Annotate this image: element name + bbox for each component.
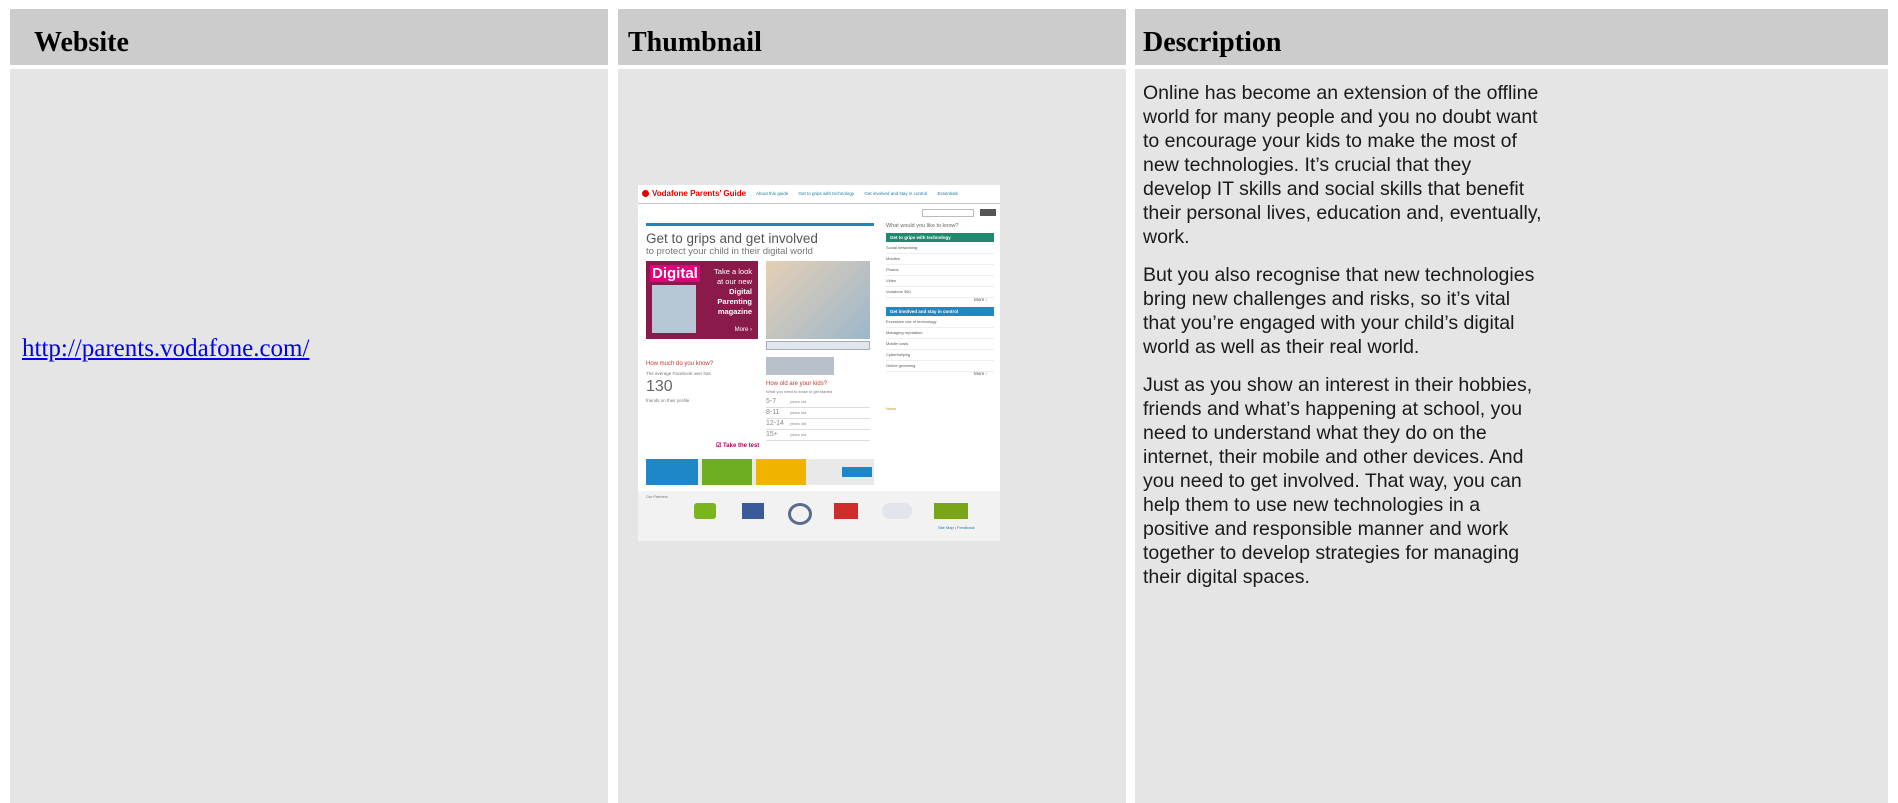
magazine-cover-image: [652, 285, 696, 333]
right-panel-header: What would you like to know?: [886, 223, 959, 229]
promo-banner: [646, 459, 874, 485]
news-label: News: [886, 406, 897, 411]
age-value: 5-7: [766, 398, 777, 405]
beatbullying-logo: [694, 503, 716, 519]
netsmart-logo: [934, 503, 968, 519]
age-list: 5-7 years old 8-11 years old 12-14 years ol…: [766, 397, 870, 441]
age-value: 8-11: [766, 409, 780, 416]
logo-text: Vodafone Parents’ Guide: [652, 189, 747, 198]
age-suffix: years old: [790, 432, 807, 437]
grips-bar: Get to grips with technology: [886, 233, 994, 242]
age-subtitle: What you need to know to get started: [766, 389, 833, 394]
family-photo: [766, 261, 870, 339]
control-bar: Get involved and stay in control: [886, 307, 994, 316]
take-test-link: ☑ Take the test: [716, 443, 760, 449]
grips-more: More ›: [974, 297, 988, 302]
age-suffix: years old: [790, 421, 807, 426]
crest-logo: [742, 503, 764, 519]
header-website: Website: [10, 9, 608, 65]
description-cell: Online has become an extension of the of…: [1135, 69, 1888, 803]
quiz-title: How much do you know?: [646, 361, 714, 367]
ceop-logo: [788, 503, 812, 525]
banner-tile-green: [702, 459, 752, 485]
childnet-logo: [882, 503, 912, 519]
list-item: Excessive use of technology: [886, 317, 994, 328]
nav-essentials: Essentials: [937, 191, 958, 196]
banner-tile-yellow: [756, 459, 806, 485]
list-item: Photos: [886, 265, 994, 276]
thumb-headline: Get to grips and get involved: [646, 231, 818, 246]
partner-logo: [834, 503, 858, 519]
thumb-navbar: Vodafone Parents’ Guide About this guide…: [638, 185, 1000, 204]
magazine-line: at our new: [716, 277, 752, 286]
description-paragraph: Just as you show an interest in their ho…: [1143, 374, 1533, 588]
list-item: Social networking: [886, 243, 994, 254]
website-cell: http://parents.vodafone.com/: [10, 69, 608, 803]
list-item: Mobiles: [886, 254, 994, 265]
description-text: Online has become an extension of the of…: [1143, 81, 1543, 603]
nav-involved: Get involved and stay in control: [864, 191, 928, 196]
banner-tile-small: [842, 467, 872, 477]
age-title: How old are your kids?: [766, 381, 828, 387]
partners-label: Our Partners: [646, 495, 668, 499]
thumb-accent-bar: [646, 223, 874, 226]
banner-tile-blue: [646, 459, 698, 485]
nav-about: About this guide: [756, 191, 789, 196]
magazine-line: magazine: [717, 307, 752, 316]
more-label: More: [974, 371, 985, 376]
magazine-line: Digital: [729, 287, 752, 296]
list-item: Mobile costs: [886, 339, 994, 350]
list-item: Cyberbullying: [886, 350, 994, 361]
list-item: Video: [886, 276, 994, 287]
magazine-line: Parenting: [717, 297, 752, 306]
age-suffix: years old: [790, 410, 807, 415]
thumbnail-cell: Vodafone Parents’ Guide About this guide…: [618, 69, 1126, 803]
header-thumbnail: Thumbnail: [618, 9, 1126, 65]
thumb-search-button: [980, 209, 996, 216]
age-value: 15+: [766, 431, 778, 438]
age-suffix: years old: [790, 399, 807, 404]
thumb-nav-links: About this guide Get to grips with techn…: [756, 191, 967, 196]
magazine-line: Take a look: [714, 267, 752, 276]
age-row: 5-7 years old: [766, 397, 870, 408]
description-paragraph: Online has become an extension of the of…: [1143, 82, 1542, 248]
magazine-more: More ›: [734, 327, 752, 333]
video-player-bar: [766, 341, 870, 350]
website-link[interactable]: http://parents.vodafone.com/: [22, 335, 309, 363]
more-label: More: [974, 297, 985, 302]
quiz-number: 130: [646, 378, 673, 395]
thumb-search-field: [922, 209, 974, 217]
age-row: 8-11 years old: [766, 408, 870, 419]
quiz-friends: friends on their profile: [646, 398, 690, 403]
kids-photo-strip: [766, 357, 834, 375]
magazine-promo: Digital Take a look at our new Digital P…: [646, 261, 758, 339]
thumb-footer: Site Map | Feedback: [938, 525, 975, 530]
age-row: 15+ years old: [766, 430, 870, 441]
header-description: Description: [1135, 9, 1888, 65]
website-thumbnail: Vodafone Parents’ Guide About this guide…: [638, 185, 1000, 541]
vodafone-logo: Vodafone Parents’ Guide: [642, 189, 746, 198]
news-section: News: [886, 405, 994, 413]
take-test-label: Take the test: [723, 443, 760, 449]
more-label: More: [734, 327, 749, 333]
thumb-subheadline: to protect your child in their digital w…: [646, 246, 813, 257]
magazine-badge: Digital: [650, 265, 700, 282]
control-list: Excessive use of technology Managing rep…: [886, 317, 994, 372]
age-value: 12-14: [766, 420, 784, 427]
vodafone-logo-icon: [642, 190, 649, 197]
nav-grips: Get to grips with technology: [798, 191, 855, 196]
grips-list: Social networking Mobiles Photos Video V…: [886, 243, 994, 298]
age-row: 12-14 years old: [766, 419, 870, 430]
control-more: More ›: [974, 371, 988, 376]
magazine-text: Take a look at our new Digital Parenting…: [714, 267, 752, 317]
description-paragraph: But you also recognise that new technolo…: [1143, 264, 1535, 358]
quiz-average: The average Facebook user has: [646, 371, 711, 376]
list-item: Managing reputation: [886, 328, 994, 339]
